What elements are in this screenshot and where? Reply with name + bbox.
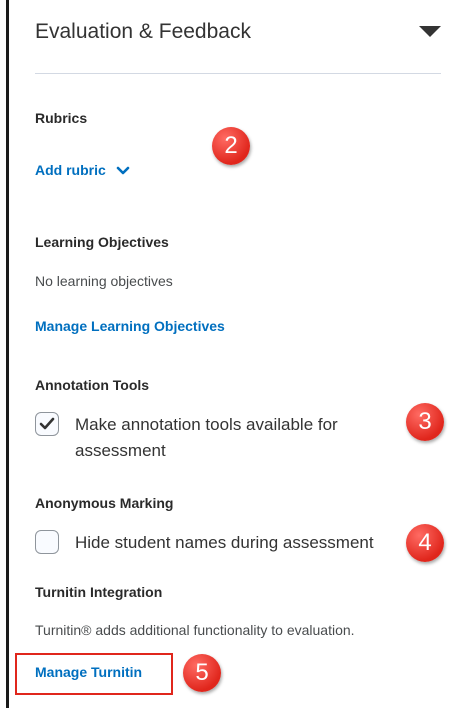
anonymous-marking-checkbox[interactable] (35, 530, 59, 554)
add-rubric-label: Add rubric (35, 162, 106, 178)
callout-3: 3 (406, 403, 444, 441)
callout-2: 2 (212, 127, 250, 165)
triangle-down-icon[interactable] (419, 26, 441, 37)
annotation-tools-option: Make annotation tools available for asse… (35, 412, 415, 468)
turnitin-label: Turnitin Integration (35, 584, 163, 600)
annotation-tools-label: Annotation Tools (35, 377, 150, 393)
annotation-label-line2: assessment (75, 441, 166, 460)
callout-5: 5 (183, 654, 221, 692)
annotation-tools-checkbox[interactable] (35, 412, 59, 436)
checkmark-icon (39, 417, 55, 430)
no-objectives-text: No learning objectives (35, 273, 173, 289)
evaluation-feedback-panel: Evaluation & Feedback Rubrics Add rubric… (6, 0, 450, 708)
annotation-label-line1: Make annotation tools available for (75, 415, 338, 434)
rubrics-label: Rubrics (35, 110, 88, 126)
annotation-tools-checkbox-label: Make annotation tools available for asse… (75, 412, 338, 464)
chevron-down-icon (116, 163, 130, 179)
turnitin-description: Turnitin® adds additional functionality … (35, 622, 355, 638)
panel-title: Evaluation & Feedback (35, 20, 251, 43)
add-rubric-link[interactable]: Add rubric (35, 162, 130, 179)
callout-4: 4 (406, 524, 444, 562)
manage-turnitin-highlight (15, 653, 173, 695)
manage-learning-objectives-link[interactable]: Manage Learning Objectives (35, 318, 225, 334)
anonymous-marking-label: Anonymous Marking (35, 495, 174, 511)
divider (35, 73, 441, 74)
learning-objectives-label: Learning Objectives (35, 234, 169, 250)
anonymous-marking-checkbox-label: Hide student names during assessment (75, 533, 374, 552)
anonymous-marking-option: Hide student names during assessment (35, 530, 415, 558)
